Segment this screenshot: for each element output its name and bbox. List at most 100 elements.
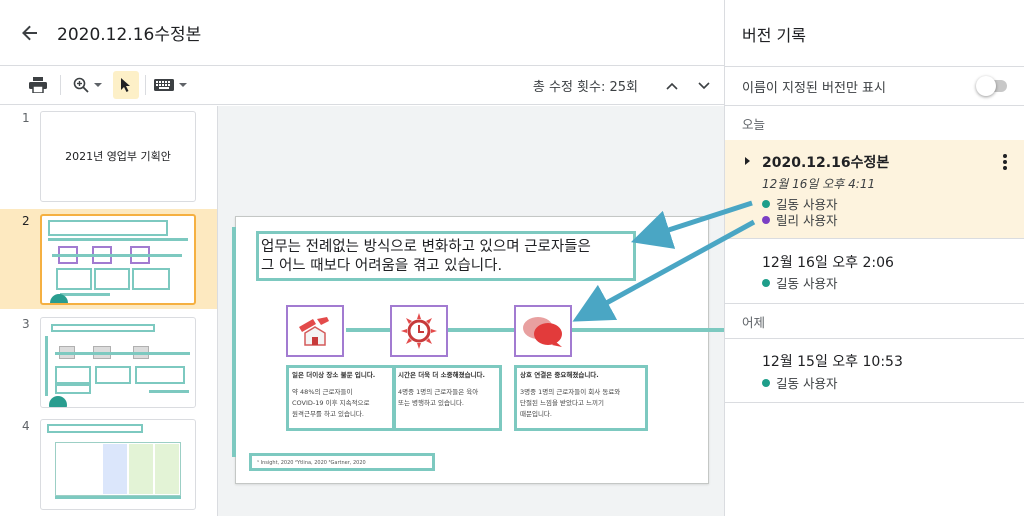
version-item[interactable]: 12월 15일 오후 10:53 길동 사용자 [725,338,1024,403]
named-versions-label: 이름이 지정된 버전만 표시 [742,81,886,96]
change-highlight-bar [232,227,236,457]
thumbnail-highlight [56,268,92,290]
info-card-3[interactable]: 상호 연결은 중요해졌습니다. 3명중 1명의 근로자들이 회사 동료와 단절된… [514,365,648,431]
thumbnail-highlight [48,238,188,241]
card-text: COVID-19 이후 지속적으로 [292,399,370,407]
slide-thumbnail[interactable]: 2021년 영업부 기획안 [40,111,196,202]
version-name: 12월 15일 오후 10:53 [762,354,903,370]
print-button[interactable] [22,71,54,99]
editor-name: 길동 사용자 [776,276,838,291]
filmstrip-slide-2[interactable]: 2 [0,209,217,309]
card-text: 3명중 1명의 근로자들이 회사 동료와 [520,388,621,396]
house-plane-icon [299,317,329,346]
filmstrip-slide-1[interactable]: 1 2021년 영업부 기획안 [0,106,217,206]
card-text: 단절된 느낌을 받았다고 느끼기 [520,399,604,407]
filmstrip-slide-3[interactable]: 3 [0,312,217,412]
user-color-dot [762,215,770,224]
slide-thumbnail[interactable] [40,317,196,408]
user-color-dot [762,199,770,208]
alarm-clock-icon [401,313,437,349]
connection-icon-box[interactable] [514,305,572,357]
version-name: 12월 16일 오후 2:06 [762,255,894,271]
time-icon-box[interactable] [390,305,448,357]
thumbnail-highlight [55,352,190,355]
card-text: 4명중 1명의 근로자들은 육아 [398,388,479,396]
editor-name: 릴리 사용자 [776,213,838,228]
doc-header: 2020.12.16수정본 [0,0,724,66]
slide-number: 2 [22,214,30,228]
user-avatar-dot [50,294,68,303]
thumbnail-highlight [95,366,131,384]
named-versions-toggle[interactable] [976,76,1010,96]
edit-count-label: 총 수정 횟수: 25회 [532,80,638,95]
slide-filmstrip: 1 2021년 영업부 기획안 2 3 4 [0,106,218,516]
slide-canvas: 업무는 전례없는 방식으로 변화하고 있으며 근로자들은 그 어느 때보다 어려… [218,106,730,516]
version-timestamp: 12월 16일 오후 4:11 [762,177,876,191]
slide-thumbnail[interactable] [40,214,196,305]
select-cursor-icon [121,78,130,92]
card-text: 때문입니다. [520,410,552,418]
remote-work-icon-box[interactable] [286,305,344,357]
next-edit-button[interactable] [692,74,716,98]
version-history-panel: 버전 기록 이름이 지정된 버전만 표시 오늘 2020.12.16수정본 12… [724,0,1024,516]
thumbnail-highlight [47,424,143,433]
version-item[interactable]: 2020.12.16수정본 12월 16일 오후 4:11 길동 사용자 릴리 … [725,140,1024,239]
expand-caret-icon[interactable] [745,157,750,165]
slide-footnote[interactable]: ¹ Insight, 2020 ²Ytlina, 2020 ³Gartner, … [249,453,435,471]
toolbar-divider [60,75,61,95]
chevron-down-icon [178,83,187,87]
info-card-1[interactable]: 일은 더이상 장소 불문 입니다. 약 48%의 근로자들이 COVID-19 … [286,365,396,431]
previous-edit-button[interactable] [660,74,684,98]
section-label-yesterday: 어제 [742,315,766,330]
version-editor: 길동 사용자 [762,373,837,392]
toolbar-divider [145,75,146,95]
print-icon [29,77,47,93]
slide-title-box[interactable]: 업무는 전례없는 방식으로 변화하고 있으며 근로자들은 그 어느 때보다 어려… [256,231,636,281]
thumbnail-highlight [51,324,155,332]
toggle-knob [976,76,996,96]
chevron-down-icon [698,82,710,90]
thumbnail-title: 2021년 영업부 기획안 [65,150,171,163]
thumbnail-table-column [155,444,179,494]
thumbnail-table-column [129,444,153,494]
thumbnail-highlight [94,268,130,290]
zoom-icon [73,77,89,93]
thumbnail-highlight [55,366,91,384]
card-heading: 시간은 더욱 더 소중해졌습니다. [398,371,485,379]
thumbnail-highlight [52,254,182,257]
input-tools-button[interactable] [152,71,188,99]
card-text: 약 48%의 근로자들이 [292,388,353,396]
version-name: 2020.12.16수정본 [762,155,890,171]
back-button[interactable] [18,21,42,45]
thumbnail-highlight [60,293,110,296]
thumbnail-highlight [132,268,170,290]
version-editor: 길동 사용자 [762,273,837,292]
version-editor: 릴리 사용자 [762,210,837,229]
info-card-2[interactable]: 시간은 더욱 더 소중해졌습니다. 4명중 1명의 근로자들은 육아 또는 병행… [392,365,502,431]
panel-title: 버전 기록 [742,26,806,45]
chevron-up-icon [666,82,678,90]
slide-thumbnail[interactable] [40,419,196,510]
select-tool-button[interactable] [113,71,139,99]
thumbnail-highlight [55,496,181,499]
version-item[interactable]: 12월 16일 오후 2:06 길동 사용자 [725,239,1024,304]
toolbar: 총 수정 횟수: 25회 [0,66,724,105]
arrow-left-icon [22,25,37,40]
document-title: 2020.12.16수정본 [57,25,202,45]
more-vert-icon-dot [1003,166,1007,170]
keyboard-icon [153,79,174,91]
more-vert-icon-dot [1003,160,1007,164]
user-avatar-dot [49,396,67,407]
section-label-today: 오늘 [742,117,766,132]
more-options-button[interactable] [997,152,1013,172]
slide-title-line-2: 그 어느 때보다 어려움을 겪고 있습니다. [261,258,503,274]
slide-number: 4 [22,419,30,433]
zoom-button[interactable] [67,71,107,99]
more-vert-icon [1003,154,1007,158]
current-slide[interactable]: 업무는 전례없는 방식으로 변화하고 있으며 근로자들은 그 어느 때보다 어려… [232,216,730,484]
user-color-dot [762,278,770,287]
panel-divider [725,105,1024,106]
card-text: 원격근무를 하고 있습니다. [292,410,364,418]
filmstrip-slide-4[interactable]: 4 [0,414,217,514]
thumbnail-highlight [55,384,91,394]
